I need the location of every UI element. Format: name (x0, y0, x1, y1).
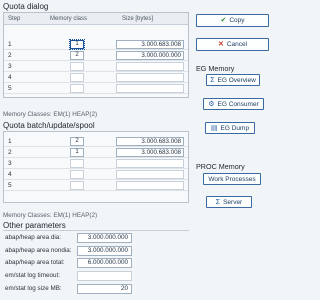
quota-dialog-table: Step Memory class Size [bytes] 1 1 3.000… (3, 12, 189, 98)
eg-dump-label: EG Dump (220, 124, 250, 132)
size-input[interactable]: 3.000.683.008 (116, 147, 184, 157)
size-input[interactable] (116, 83, 184, 93)
table-header: Step Memory class Size [bytes] (4, 13, 188, 25)
memory-class-input[interactable] (70, 72, 84, 82)
size-input[interactable] (116, 61, 184, 71)
size-input[interactable]: 3.000.683.008 (116, 136, 184, 146)
column-step: Step (8, 15, 21, 22)
sigma-icon: Σ (215, 198, 221, 206)
x-icon: ✕ (217, 41, 224, 48)
checkmark-icon: ✔ (220, 17, 227, 24)
step-cell: 3 (8, 159, 12, 167)
proc-memory-header: PROC Memory (196, 162, 245, 171)
column-size: Size [bytes] (122, 15, 154, 22)
copy-button[interactable]: ✔ Copy (196, 14, 269, 27)
copy-label: Copy (229, 17, 245, 24)
consumer-icon: ⚙ (208, 100, 215, 108)
table-row: 2 2 3.000.000.000 (4, 50, 188, 61)
size-input[interactable]: 3.000.000.000 (116, 50, 184, 60)
memory-classes-label: Memory Classes: EM(1) HEAP(2) (3, 111, 98, 118)
cancel-button[interactable]: ✕ Cancel (196, 38, 269, 51)
step-cell: 4 (8, 170, 12, 178)
memory-class-input[interactable] (70, 83, 84, 93)
param-label: em/stat log timeout: (5, 272, 60, 279)
memory-class-input[interactable] (70, 169, 84, 179)
memory-class-input[interactable]: 2 (70, 50, 84, 60)
server-label: Server (223, 198, 243, 206)
table-row: 4 (4, 169, 188, 180)
heap-area-total-field[interactable]: 6.000.000.000 (77, 258, 132, 268)
table-row: 5 (4, 83, 188, 94)
table-row: 1 2 3.000.683.008 (4, 136, 188, 147)
memory-class-input[interactable] (70, 61, 84, 71)
other-parameters-title: Other parameters (3, 221, 66, 230)
eg-consumer-button[interactable]: ⚙ EG Consumer (203, 98, 264, 110)
memory-class-input[interactable] (70, 180, 84, 190)
memory-class-input[interactable]: 1 (70, 147, 84, 157)
eg-memory-header: EG Memory (196, 64, 235, 73)
size-input[interactable] (116, 180, 184, 190)
step-cell: 2 (8, 148, 12, 156)
param-label: abap/heap area nondia: (5, 247, 72, 254)
quota-dialog-title: Quota dialog (3, 2, 49, 11)
memory-class-input[interactable]: 2 (70, 136, 84, 146)
step-cell: 1 (8, 137, 12, 145)
cancel-label: Cancel (226, 41, 248, 48)
heap-area-nondia-field[interactable]: 3.000.000.000 (77, 246, 132, 256)
stat-log-timeout-field[interactable] (77, 271, 132, 281)
sigma-icon: Σ (210, 76, 215, 84)
quota-batch-table: 1 2 3.000.683.008 2 1 3.000.683.008 3 4 … (3, 131, 189, 203)
param-label: em/stat log size MB: (5, 285, 62, 292)
dump-icon: ▤ (210, 124, 218, 132)
table-row: 3 (4, 158, 188, 169)
memory-class-input[interactable] (70, 158, 84, 168)
step-cell: 5 (8, 84, 12, 92)
step-cell: 3 (8, 62, 12, 70)
table-row: 3 (4, 61, 188, 72)
server-button[interactable]: Σ Server (206, 196, 252, 208)
section-divider (3, 230, 189, 231)
table-row: 5 (4, 180, 188, 191)
size-input[interactable]: 3.000.683.008 (116, 39, 184, 49)
param-label: abap/heap area dia: (5, 234, 62, 241)
work-processes-button[interactable]: Work Processes (203, 173, 261, 185)
eg-overview-button[interactable]: Σ EG Overview (206, 74, 260, 86)
step-cell: 2 (8, 51, 12, 59)
step-cell: 5 (8, 181, 12, 189)
heap-area-dia-field[interactable]: 3.000.000.000 (77, 233, 132, 243)
size-input[interactable] (116, 169, 184, 179)
stat-log-size-field[interactable]: 20 (77, 284, 132, 294)
eg-overview-label: EG Overview (217, 76, 256, 84)
size-input[interactable] (116, 72, 184, 82)
table-row: 2 1 3.000.683.008 (4, 147, 188, 158)
step-cell: 1 (8, 40, 12, 48)
eg-dump-button[interactable]: ▤ EG Dump (205, 122, 255, 134)
size-input[interactable] (116, 158, 184, 168)
memory-classes-label: Memory Classes: EM(1) HEAP(2) (3, 212, 98, 219)
table-row: 1 1 3.000.683.008 (4, 38, 188, 50)
eg-consumer-label: EG Consumer (217, 100, 259, 108)
column-memory-class: Memory class (50, 15, 88, 22)
memory-class-input[interactable]: 1 (69, 38, 85, 50)
quota-batch-title: Quota batch/update/spool (3, 121, 95, 130)
step-cell: 4 (8, 73, 12, 81)
table-row: 4 (4, 72, 188, 83)
work-processes-label: Work Processes (208, 175, 256, 183)
param-label: abap/heap area total: (5, 259, 65, 266)
